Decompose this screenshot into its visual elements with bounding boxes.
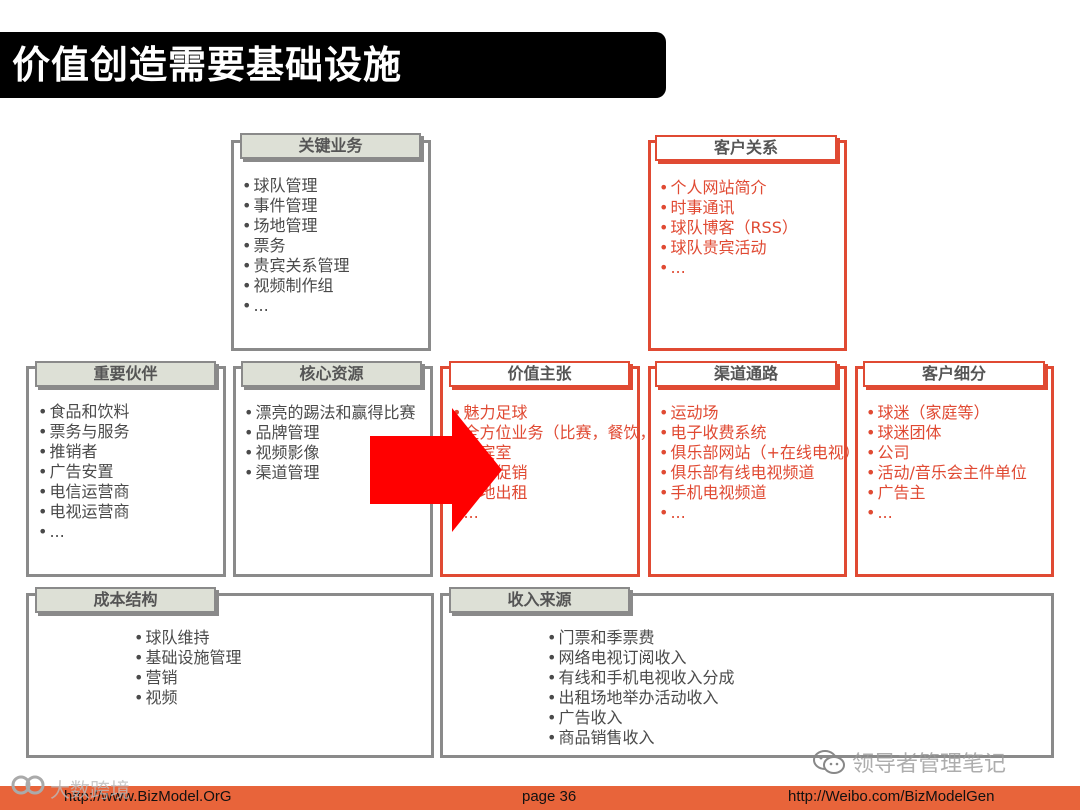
revenue-streams-label: 收入来源 [449, 587, 630, 613]
list-item: 网络电视订阅收入 [547, 648, 734, 668]
list-item: 手机电视频道 [659, 483, 860, 503]
list-item: 广告安置 [38, 462, 129, 482]
list-item: 贵宾关系管理 [242, 256, 349, 276]
key-activities-list: 球队管理事件管理场地管理票务贵宾关系管理视频制作组... [242, 176, 349, 316]
key-partners-list: 食品和饮料票务与服务推销者广告安置电信运营商电视运营商... [38, 402, 129, 542]
list-item: 球队管理 [242, 176, 349, 196]
list-item: 球迷团体 [866, 423, 1027, 443]
list-item: 视频制作组 [242, 276, 349, 296]
list-item: 球队博客（RSS） [659, 218, 797, 238]
customer-segments-label: 客户细分 [863, 361, 1045, 387]
list-item: 球队维持 [134, 628, 241, 648]
channels-label: 渠道通路 [655, 361, 837, 387]
list-item: 球迷（家庭等） [866, 403, 1027, 423]
cost-structure-label: 成本结构 [35, 587, 216, 613]
key-partners-label: 重要伙伴 [35, 361, 216, 387]
list-item: 广告收入 [547, 708, 734, 728]
list-item: 基础设施管理 [134, 648, 241, 668]
customer-relationships-list: 个人网站简介时事通讯球队博客（RSS）球队贵宾活动... [659, 178, 798, 278]
list-item: 票务与服务 [38, 422, 129, 442]
key-resources-label: 核心资源 [241, 361, 422, 387]
cost-structure-list: 球队维持基础设施管理营销视频 [134, 628, 241, 708]
list-item: 公司 [866, 443, 1027, 463]
list-item: 推销者 [38, 442, 129, 462]
watermark-left: 大数跨境 [50, 778, 130, 802]
list-item: 有线和手机电视收入分成 [547, 668, 734, 688]
footer-right-link[interactable]: http://Weibo.com/BizModelGen [788, 788, 994, 805]
customer-segments-list: 球迷（家庭等）球迷团体公司活动/音乐会主件单位广告主... [866, 403, 1027, 523]
key-activities-label: 关键业务 [240, 133, 421, 159]
title-bar: 价值创造需要基础设施 [0, 32, 666, 98]
list-item: 电视运营商 [38, 502, 129, 522]
list-item: 商品销售收入 [547, 728, 734, 748]
list-item: 食品和饮料 [38, 402, 129, 422]
revenue-streams-box [440, 593, 1054, 758]
list-item: ... [242, 296, 349, 316]
list-item: 球队贵宾活动 [659, 238, 798, 258]
list-item: 出租场地举办活动收入 [547, 688, 734, 708]
list-item: 俱乐部有线电视频道 [659, 463, 860, 483]
list-item: 票务 [242, 236, 349, 256]
arrow-right-icon [370, 408, 502, 532]
logo-icon [10, 774, 46, 796]
list-item: 广告主 [866, 483, 1027, 503]
list-item: 电信运营商 [38, 482, 129, 502]
watermark-right: 领导者管理笔记 [852, 752, 1007, 777]
list-item: ... [38, 522, 129, 542]
list-item: 个人网站简介 [659, 178, 798, 198]
list-item: 营销 [134, 668, 241, 688]
page-title: 价值创造需要基础设施 [12, 43, 403, 87]
list-item: 运动场 [659, 403, 860, 423]
list-item: 俱乐部网站（+在线电视） [659, 443, 859, 463]
list-item: 活动/音乐会主件单位 [866, 463, 1026, 483]
list-item: 电子收费系统 [659, 423, 860, 443]
list-item: ... [659, 503, 860, 523]
wechat-icon [812, 748, 846, 776]
list-item: 场地管理 [242, 216, 349, 236]
customer-relationships-label: 客户关系 [655, 135, 837, 161]
list-item: 事件管理 [242, 196, 349, 216]
list-item: 时事通讯 [659, 198, 798, 218]
channels-list: 运动场电子收费系统俱乐部网站（+在线电视）俱乐部有线电视频道手机电视频道... [659, 403, 860, 523]
value-propositions-label: 价值主张 [449, 361, 630, 387]
list-item: 视频 [134, 688, 241, 708]
footer-page-number: page 36 [522, 788, 577, 805]
list-item: ... [659, 258, 798, 278]
list-item: 门票和季票费 [547, 628, 734, 648]
list-item: ... [866, 503, 1027, 523]
revenue-streams-list: 门票和季票费网络电视订阅收入有线和手机电视收入分成出租场地举办活动收入广告收入商… [547, 628, 734, 748]
